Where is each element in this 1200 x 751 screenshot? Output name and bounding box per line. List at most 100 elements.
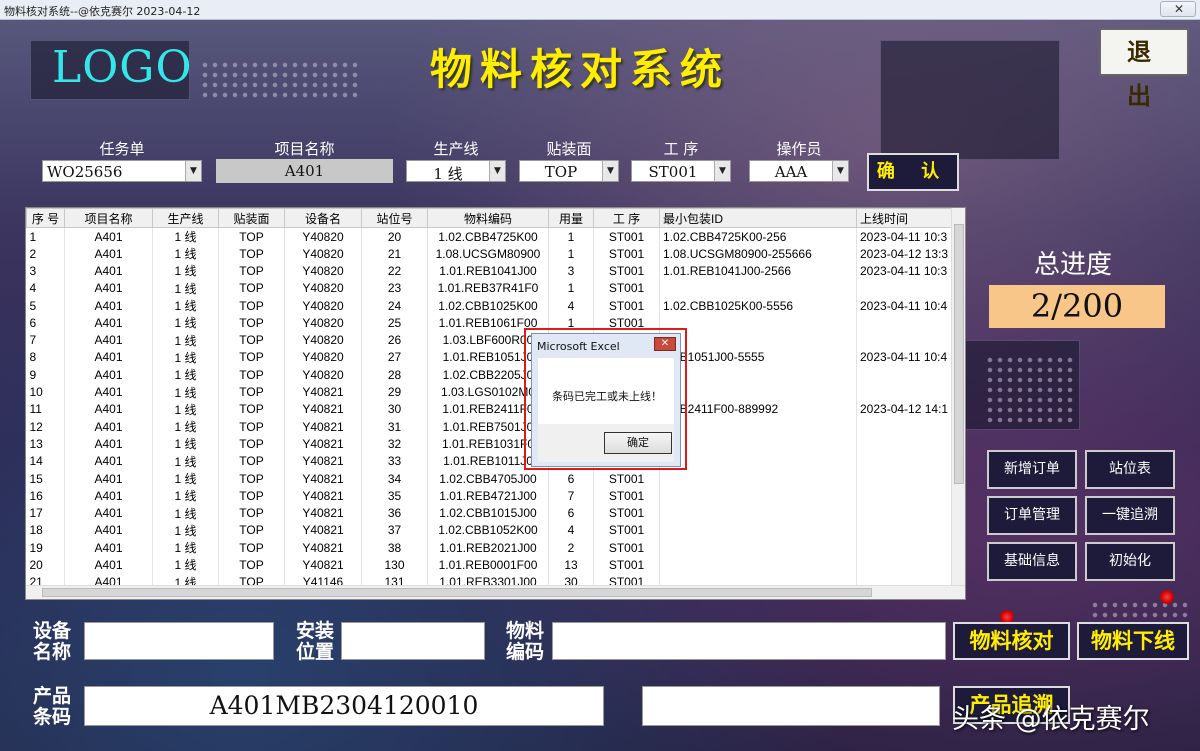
table-cell[interactable] xyxy=(856,417,957,436)
table-cell[interactable]: 1 xyxy=(548,279,594,297)
table-cell[interactable]: 8 xyxy=(26,348,65,367)
table-cell[interactable]: TOP xyxy=(218,400,285,418)
table-row[interactable]: 3 A401 1 线 TOP Y40820 22 1.01.REB1041J00 3 ST001… xyxy=(26,262,957,280)
table-cell[interactable] xyxy=(659,435,857,453)
table-cell[interactable]: A401 xyxy=(64,452,153,470)
column-header[interactable]: 工 序 xyxy=(593,208,660,228)
table-cell[interactable] xyxy=(659,556,857,574)
table-cell[interactable]: TOP xyxy=(218,279,285,297)
table-cell[interactable]: 1 线 xyxy=(152,262,219,280)
table-cell[interactable] xyxy=(659,331,857,349)
table-cell[interactable]: 1 xyxy=(548,245,594,263)
table-cell[interactable]: Y40821 xyxy=(284,487,362,505)
table-cell[interactable] xyxy=(856,366,957,384)
table-cell[interactable]: A401 xyxy=(64,504,153,522)
table-cell[interactable]: 1 线 xyxy=(152,417,219,436)
table-cell[interactable]: Y40820 xyxy=(284,366,362,384)
table-cell[interactable]: 2023-04-11 10:4 xyxy=(856,296,957,315)
table-cell[interactable]: Y40821 xyxy=(284,539,362,557)
table-cell[interactable]: Y40820 xyxy=(284,279,362,297)
table-cell[interactable]: 32 xyxy=(361,435,428,453)
table-cell[interactable]: Y40821 xyxy=(284,521,362,540)
table-cell[interactable]: 33 xyxy=(361,452,428,470)
table-cell[interactable]: 1 线 xyxy=(152,227,219,245)
table-cell[interactable]: 3 xyxy=(26,262,65,280)
task-select[interactable]: WO25656 ▼ xyxy=(42,160,202,182)
table-cell[interactable]: Y40821 xyxy=(284,400,362,418)
table-cell[interactable]: Y40821 xyxy=(284,556,362,574)
table-cell[interactable]: 31 xyxy=(361,417,428,436)
column-header[interactable]: 项目名称 xyxy=(64,208,153,228)
table-cell[interactable] xyxy=(856,383,957,401)
material-table[interactable]: 序 号项目名称 生产线 贴装面 设备名 站位号 物料编码 用量工 序最小包装ID 上线时间 1… xyxy=(25,207,966,600)
table-cell[interactable]: 1.02.CBB1025K00-5556 xyxy=(659,296,857,315)
operator-select[interactable]: AAA ▼ xyxy=(749,160,849,182)
table-cell[interactable]: 1.01.REB1041J00 xyxy=(427,262,549,280)
table-cell[interactable]: 1 线 xyxy=(152,279,219,297)
table-cell[interactable]: TOP xyxy=(218,366,285,384)
table-cell[interactable]: 2 xyxy=(26,245,65,263)
table-cell[interactable]: 6 xyxy=(548,504,594,522)
table-cell[interactable]: TOP xyxy=(218,262,285,280)
table-cell[interactable]: 2023-04-12 14:1 xyxy=(856,400,957,418)
table-cell[interactable]: ST001 xyxy=(593,245,660,263)
table-cell[interactable]: A401 xyxy=(64,521,153,540)
table-cell[interactable]: A401 xyxy=(64,435,153,453)
table-cell[interactable]: 20 xyxy=(26,556,65,574)
table-cell[interactable]: 27 xyxy=(361,348,428,367)
table-cell[interactable]: 24 xyxy=(361,296,428,315)
table-cell[interactable]: 9 xyxy=(26,366,65,384)
table-cell[interactable]: 5 xyxy=(26,296,65,315)
table-cell[interactable]: Y40820 xyxy=(284,245,362,263)
table-cell[interactable]: A401 xyxy=(64,227,153,245)
table-cell[interactable]: 1 xyxy=(548,227,594,245)
table-cell[interactable]: Y40820 xyxy=(284,296,362,315)
confirm-button[interactable]: 确 认 xyxy=(867,153,959,191)
table-cell[interactable]: TOP xyxy=(218,435,285,453)
table-cell[interactable]: 13 xyxy=(26,435,65,453)
table-cell[interactable]: TOP xyxy=(218,348,285,367)
table-cell[interactable] xyxy=(659,539,857,557)
table-cell[interactable]: 1 线 xyxy=(152,452,219,470)
table-cell[interactable]: REB1051J00-5555 xyxy=(659,348,857,367)
table-cell[interactable]: Y40820 xyxy=(284,227,362,245)
table-cell[interactable]: ST001 xyxy=(593,296,660,315)
table-cell[interactable]: A401 xyxy=(64,556,153,574)
table-cell[interactable] xyxy=(659,487,857,505)
table-cell[interactable]: A401 xyxy=(64,487,153,505)
table-row[interactable]: 1 A401 1 线 TOP Y40820 20 1.02.CBB4725K00 1 ST001… xyxy=(26,227,957,245)
table-cell[interactable] xyxy=(856,452,957,470)
table-cell[interactable] xyxy=(659,279,857,297)
table-cell[interactable]: A401 xyxy=(64,383,153,401)
table-cell[interactable]: 12 xyxy=(26,417,65,436)
table-cell[interactable]: ST001 xyxy=(593,556,660,574)
table-cell[interactable] xyxy=(659,504,857,522)
table-cell[interactable]: 1.08.UCSGM80900 xyxy=(427,245,549,263)
chevron-down-icon[interactable]: ▼ xyxy=(489,161,505,181)
table-cell[interactable]: 4 xyxy=(26,279,65,297)
chevron-down-icon[interactable]: ▼ xyxy=(832,161,848,181)
table-cell[interactable]: REB2411F00-889992 xyxy=(659,400,857,418)
basic-info-button[interactable]: 基础信息 xyxy=(987,542,1077,581)
table-cell[interactable]: Y40821 xyxy=(284,504,362,522)
table-cell[interactable]: 6 xyxy=(26,314,65,332)
table-cell[interactable]: 28 xyxy=(361,366,428,384)
scroll-thumb[interactable] xyxy=(954,224,964,484)
table-cell[interactable]: A401 xyxy=(64,366,153,384)
table-row[interactable]: 7 A401 1 线 TOP Y40820 26 1.03.LBF600R00 xyxy=(26,331,957,349)
table-row[interactable]: 19 A401 1 线 TOP Y40821 38 1.01.REB2021J00 2 ST00… xyxy=(26,539,957,557)
table-row[interactable]: 14 A401 1 线 TOP Y40821 33 1.01.REB1011J0 xyxy=(26,452,957,470)
table-row[interactable]: 17 A401 1 线 TOP Y40821 36 1.02.CBB1015J00 6 ST00… xyxy=(26,504,957,522)
table-row[interactable]: 6 A401 1 线 TOP Y40820 25 1.01.REB1061F00 1 ST001 xyxy=(26,314,957,332)
table-cell[interactable]: 25 xyxy=(361,314,428,332)
table-cell[interactable]: A401 xyxy=(64,469,153,488)
table-cell[interactable]: 37 xyxy=(361,521,428,540)
table-cell[interactable]: 1.01.REB37R41F0 xyxy=(427,279,549,297)
table-cell[interactable]: 4 xyxy=(548,296,594,315)
table-row[interactable]: 20 A401 1 线 TOP Y40821 130 1.01.REB0001F00 13 ST… xyxy=(26,556,957,574)
table-cell[interactable]: 23 xyxy=(361,279,428,297)
table-cell[interactable]: 29 xyxy=(361,383,428,401)
column-header[interactable]: 用量 xyxy=(548,208,594,228)
table-cell[interactable]: TOP xyxy=(218,556,285,574)
table-row[interactable]: 15 A401 1 线 TOP Y40821 34 1.02.CBB4705J00 6 ST00… xyxy=(26,469,957,488)
